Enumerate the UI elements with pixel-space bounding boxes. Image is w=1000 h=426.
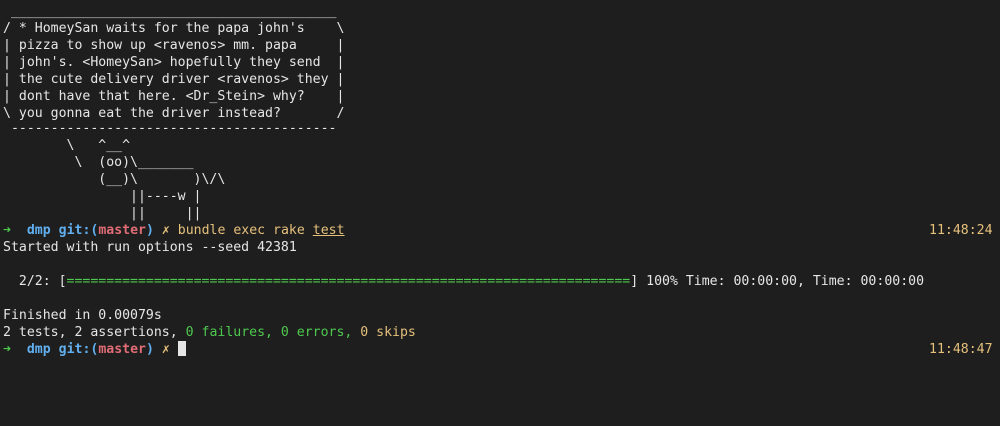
cowsay-line: (__)\ )\/\ <box>3 172 226 187</box>
summary-failures: 0 failures, 0 errors, <box>185 325 361 340</box>
prompt-arrow-icon: ➜ <box>3 223 11 238</box>
cowsay-line: || || <box>3 206 202 221</box>
git-prefix: git:( <box>58 223 99 238</box>
prompt-timestamp: 11:48:47 <box>929 342 993 357</box>
cowsay-line: ----------------------------------------… <box>3 121 337 136</box>
cowsay-line: | pizza to show up <ravenos> mm. papa | <box>3 38 345 53</box>
cowsay-line: | the cute delivery driver <ravenos> the… <box>3 72 345 87</box>
cowsay-line: ||----w | <box>3 189 202 204</box>
prompt-line: ➜ dmp git:(master) ✗ bundle exec rake te… <box>3 222 345 239</box>
output-started: Started with run options --seed 42381 <box>3 240 297 255</box>
git-branch: master <box>98 342 146 357</box>
git-dirty-icon: ✗ <box>161 223 170 238</box>
cowsay-line: ________________________________________… <box>3 4 337 19</box>
git-dirty-icon: ✗ <box>161 342 170 357</box>
cowsay-line: \ (oo)\_______ <box>3 155 194 170</box>
git-prefix: git:( <box>58 342 99 357</box>
prompt-directory: dmp <box>26 342 51 357</box>
git-branch: master <box>98 223 146 238</box>
cowsay-line: | dont have that here. <Dr_Stein> why? | <box>3 89 345 104</box>
terminal-window[interactable]: ________________________________________… <box>0 0 1000 426</box>
progress-label: 2/2: [ <box>3 274 67 289</box>
test-summary: 2 tests, 2 assertions, 0 failures, 0 err… <box>3 324 416 341</box>
summary-tests: 2 tests, 2 assertions, <box>3 325 186 340</box>
command-text: bundle exec rake <box>177 223 305 238</box>
output-finished: Finished in 0.00079s <box>3 308 162 323</box>
progress-line: 2/2: [==================================… <box>3 273 924 290</box>
progress-bar: ========================================… <box>66 274 631 289</box>
prompt-timestamp: 11:48:24 <box>929 223 993 238</box>
prompt-directory: dmp <box>26 223 51 238</box>
command-argument: test <box>312 223 345 238</box>
text-cursor[interactable] <box>177 341 186 356</box>
cowsay-line: \ ^__^ <box>3 138 131 153</box>
cowsay-line: / * HomeySan waits for the papa john's \ <box>3 21 345 36</box>
git-suffix: ) <box>145 342 154 357</box>
git-suffix: ) <box>145 223 154 238</box>
progress-summary: ] 100% Time: 00:00:00, Time: 00:00:00 <box>630 274 925 289</box>
prompt-arrow-icon: ➜ <box>3 342 11 357</box>
cowsay-line: | john's. <HomeySan> hopefully they send… <box>3 55 345 70</box>
prompt-line: ➜ dmp git:(master) ✗ <box>3 341 186 358</box>
summary-skips: 0 skips <box>360 325 416 340</box>
